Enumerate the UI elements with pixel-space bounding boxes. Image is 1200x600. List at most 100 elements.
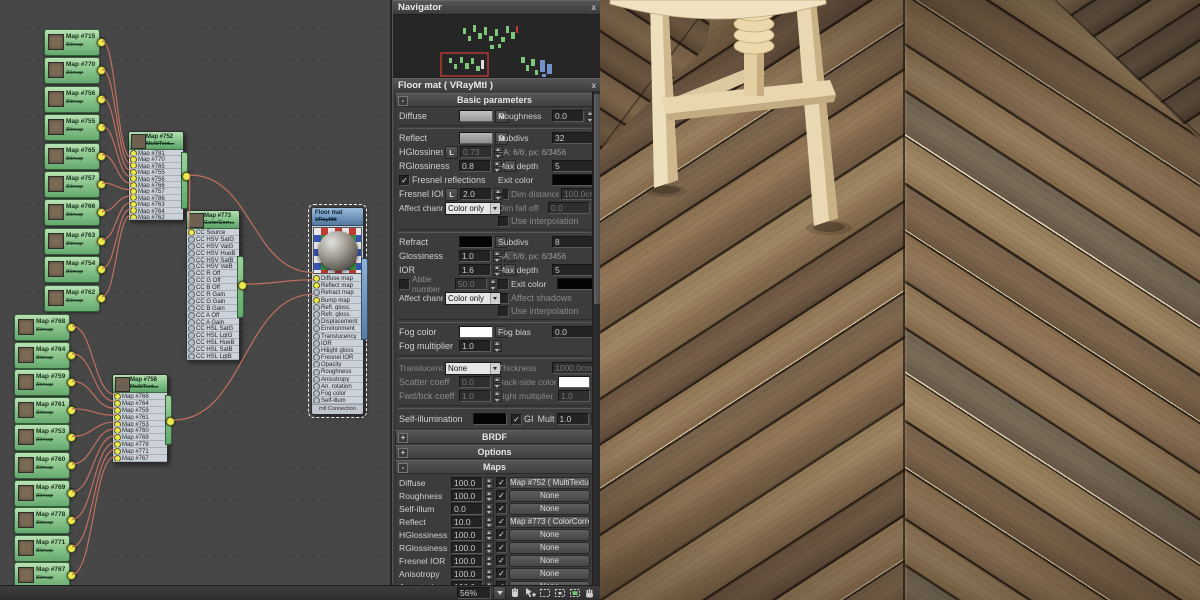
input-socket[interactable] [188,319,195,326]
output-socket[interactable] [97,237,106,246]
input-socket[interactable] [188,346,195,353]
map-enable-checkbox[interactable] [496,516,507,527]
node-input-row[interactable]: Map #768 [113,393,167,400]
bitmap-node[interactable]: Map #764Bitmap [14,342,70,369]
fresnel-ior-spinner[interactable] [494,188,503,200]
input-socket[interactable] [188,229,195,236]
max-depth-field[interactable]: 5 [552,160,594,172]
bitmap-node[interactable]: Map #760Bitmap [14,452,70,479]
rollout-header-options[interactable]: + Options [395,445,594,459]
fresnel-reflections-checkbox[interactable] [399,175,410,186]
map-amount-field[interactable]: 100.0 [451,529,483,541]
exit-color-swatch[interactable] [552,174,595,186]
light-multiplier-field[interactable]: 1.0 [558,390,590,402]
dim-fall-off-field[interactable]: 0.0 [548,202,590,214]
input-socket[interactable] [114,448,121,455]
bitmap-node[interactable]: Map #761Bitmap [14,397,70,424]
node-input-row[interactable]: CC HSL LgtB [187,353,239,360]
input-socket[interactable] [114,455,121,462]
input-socket[interactable] [188,257,195,264]
output-socket[interactable] [182,172,191,181]
output-socket[interactable] [67,406,76,415]
output-socket[interactable] [67,461,76,470]
node-input-row[interactable]: CC HSV SatG [187,236,239,243]
input-socket[interactable] [313,304,320,311]
bitmap-node[interactable]: Map #757Bitmap [44,171,100,198]
node-graph-canvas[interactable]: Map #715BitmapMap #770BitmapMap #756Bitm… [0,0,390,585]
thickness-field[interactable]: 1000.0cm [552,362,594,374]
output-socket[interactable] [67,433,76,442]
bitmap-node[interactable]: Map #755Bitmap [44,114,100,141]
bitmap-node[interactable]: Map #754Bitmap [44,256,100,283]
node-input-row[interactable]: CC B Gain [187,305,239,312]
node-input-row[interactable]: Opacity [312,361,363,368]
collapse-icon[interactable]: - [398,463,408,473]
refract-use-interpolation-checkbox[interactable] [498,306,509,317]
node-input-row[interactable]: Displacement [312,318,363,325]
map-enable-checkbox[interactable] [496,542,507,553]
output-socket[interactable] [97,265,106,274]
expand-icon[interactable]: + [398,433,408,443]
output-socket[interactable] [67,323,76,332]
output-socket[interactable] [67,489,76,498]
fresnel-ior-field[interactable]: 2.0 [460,188,492,200]
node-input-row[interactable]: Map #764 [113,400,167,407]
output-socket[interactable] [97,38,106,47]
bitmap-node[interactable]: Map #765Bitmap [44,143,100,170]
collapse-icon[interactable]: - [398,96,408,106]
vraymtl-node-floor-mat[interactable]: Floor matVRayMtlDiffuse mapReflect mapRe… [311,207,364,415]
node-input-row[interactable]: CC G Off [187,277,239,284]
node-input-row[interactable]: CC A Gain [187,319,239,326]
input-socket[interactable] [313,311,320,318]
diffuse-color-swatch[interactable] [459,110,493,122]
node-input-row[interactable]: CC R Gain [187,291,239,298]
input-socket[interactable] [313,282,320,289]
refract-subdivs-field[interactable]: 8 [552,236,594,248]
input-socket[interactable] [313,354,320,361]
node-input-row[interactable]: Map #760 [113,427,167,434]
fog-bias-field[interactable]: 0.0 [552,326,594,338]
node-input-row[interactable]: Map #767 [113,455,167,462]
bitmap-node[interactable]: Map #715Bitmap [44,29,100,56]
node-header[interactable]: Floor matVRayMtl [312,208,363,226]
input-socket[interactable] [114,400,121,407]
hglossiness-lock-button[interactable]: L [445,146,458,159]
input-socket[interactable] [114,414,121,421]
node-header[interactable]: Map #752MultiText... [129,132,183,150]
bitmap-node[interactable]: Map #753Bitmap [14,424,70,451]
refract-max-depth-field[interactable]: 5 [552,264,594,276]
node-input-row[interactable]: An. rotation [312,383,363,390]
node-header[interactable]: Map #758MultiText... [113,375,167,393]
back-side-color-swatch[interactable] [558,376,590,388]
map-enable-checkbox[interactable] [496,568,507,579]
input-socket[interactable] [188,305,195,312]
output-socket[interactable] [97,208,106,217]
refract-exit-color-swatch[interactable] [557,278,595,290]
output-socket[interactable] [67,571,76,580]
node-input-row[interactable]: Map #753 [113,421,167,428]
bitmap-node[interactable]: Map #759Bitmap [14,369,70,396]
output-socket[interactable] [97,294,106,303]
colorcorrect-node-773[interactable]: Map #773ColorCorr...CC SourceCC HSV SatG… [186,210,240,361]
input-socket[interactable] [188,270,195,277]
input-socket[interactable] [313,325,320,332]
node-input-row[interactable]: Fog color [312,390,363,397]
input-socket[interactable] [188,353,195,360]
node-input-row[interactable]: Fresnel IOR [312,354,363,361]
bitmap-node[interactable]: Map #756Bitmap [44,86,100,113]
input-socket[interactable] [313,333,320,340]
subdivs-field[interactable]: 32 [552,132,594,144]
glossiness-field[interactable]: 1.0 [459,250,491,262]
input-socket[interactable] [188,236,195,243]
node-input-row[interactable]: CC B Off [187,284,239,291]
node-input-row[interactable]: Map #762 [129,214,183,220]
rollout-header-basic-parameters[interactable]: - Basic parameters [395,93,594,107]
dim-distance-field[interactable]: 100.0cm [561,188,595,200]
bitmap-node[interactable]: Map #763Bitmap [44,228,100,255]
abbe-number-field[interactable]: 50.0 [455,278,487,290]
bitmap-node[interactable]: Map #771Bitmap [14,535,70,562]
map-slot-button[interactable]: Map #773 ( ColorCorrect ) [509,516,590,528]
map-enable-checkbox[interactable] [496,503,507,514]
input-socket[interactable] [313,361,320,368]
reflect-color-swatch[interactable] [459,132,493,144]
